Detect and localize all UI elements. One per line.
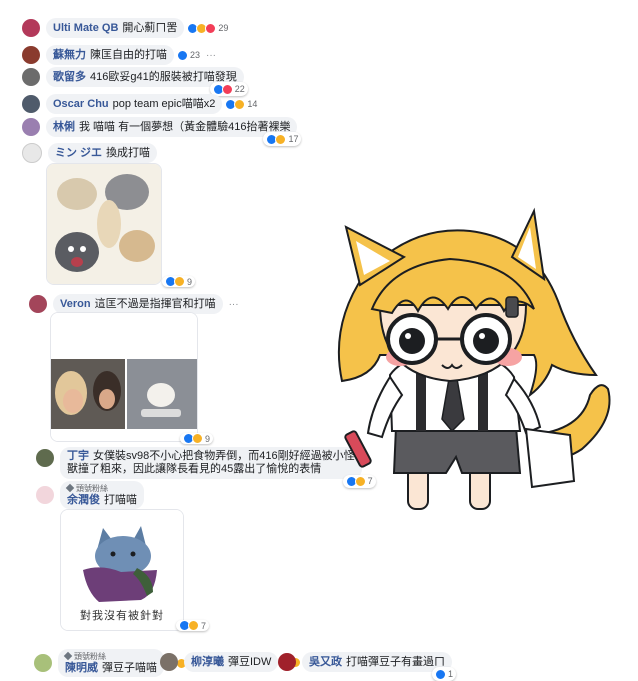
avatar[interactable]	[36, 449, 54, 467]
sticker-caption: 對我沒有被針對	[80, 609, 164, 622]
comment-text: 陳匡自由的打喵	[90, 49, 167, 61]
comment-bubble: Oscar Chu pop team epic喵喵x2	[46, 94, 223, 114]
more-options-icon[interactable]: ···	[206, 50, 216, 61]
comment-text: 打喵彈豆子有畫過ㄇ	[346, 656, 445, 668]
comment-text-line-2: 獸撞了粗來，因此讓隊長看見的45露出了愉悅的表情	[67, 463, 322, 475]
comment-4: Oscar Chu pop team epic喵喵x2 14	[22, 94, 257, 114]
reaction-summary[interactable]: 17	[263, 132, 302, 146]
avatar[interactable]	[22, 19, 40, 37]
avatar[interactable]	[22, 118, 40, 136]
more-options-icon[interactable]: ···	[229, 299, 239, 310]
comment-author[interactable]: 柳淳曦	[191, 656, 224, 668]
reaction-count: 14	[247, 99, 258, 109]
comment-2: 蘇無力 陳匡自由的打喵 23 ···	[22, 45, 216, 65]
comment-8: 丁宇 女僕裝sv98不小心把食物弄倒，而416剛好經過被小怪 獸撞了粗來，因此讓隊…	[36, 447, 376, 488]
avatar[interactable]	[278, 653, 296, 671]
haha-icon	[174, 276, 185, 287]
top-fan-badge: 頭號粉絲	[63, 651, 157, 662]
comment-bubble: 頭號粉絲 余潤俊 打喵喵	[60, 481, 144, 509]
diamond-icon	[65, 483, 75, 493]
comment-9: 頭號粉絲 余潤俊 打喵喵	[36, 481, 144, 509]
diamond-icon	[63, 651, 73, 661]
comment-bubble: 蘇無力 陳匡自由的打喵	[46, 45, 174, 65]
reaction-count: 9	[205, 433, 211, 444]
comment-text: 這匡不過是指揮官和打喵	[94, 298, 216, 310]
avatar[interactable]	[22, 46, 40, 64]
comment-bubble: 吳又政 打喵彈豆子有畫過ㄇ 1	[302, 652, 456, 681]
comment-text: 打喵喵	[104, 494, 137, 506]
meme-image	[51, 313, 197, 441]
comment-bubble: 頭號粉絲 陳明威 彈豆子喵喵	[58, 649, 164, 677]
avatar[interactable]	[22, 143, 42, 163]
comment-bubble: Ulti Mate QB 開心薊ㄇ罟	[46, 18, 185, 38]
comment-text: 換成打喵	[106, 147, 151, 159]
comment-image-sticker[interactable]: 對我沒有被針對	[60, 509, 184, 631]
comment-bubble: 柳淳曦 彈豆IDW	[184, 652, 279, 672]
comment-image-meme[interactable]	[50, 312, 198, 442]
chibi-catgirl-illustration	[337, 207, 611, 510]
love-icon	[205, 22, 217, 34]
love-icon	[221, 83, 233, 95]
haha-icon	[234, 98, 246, 110]
comment-author[interactable]: 丁宇	[67, 450, 89, 462]
reaction-summary[interactable]: 29	[187, 22, 229, 34]
reaction-count: 9	[187, 276, 193, 287]
comment-text-line-1: 女僕裝sv98不小心把食物弄倒，而416剛好經過被小怪	[93, 450, 355, 462]
comment-author[interactable]: 林俐	[53, 121, 75, 133]
like-icon	[434, 668, 446, 680]
reaction-summary[interactable]: 9	[162, 276, 196, 287]
haha-icon	[188, 620, 199, 631]
avatar[interactable]	[160, 653, 178, 671]
comment-text: 開心薊ㄇ罟	[122, 22, 178, 34]
comment-text: 彈豆子喵喵	[102, 662, 157, 674]
like-icon	[177, 49, 188, 61]
avatar[interactable]	[22, 95, 40, 113]
comment-text: 彈豆IDW	[228, 656, 272, 668]
comment-bubble: ミン ジエ 換成打喵	[48, 143, 158, 163]
avatar[interactable]	[29, 295, 47, 313]
comment-author[interactable]: 陳明威	[65, 662, 98, 674]
top-fan-badge: 頭號粉絲	[65, 483, 137, 494]
reaction-count: 29	[218, 23, 229, 33]
comment-image-cats[interactable]	[46, 163, 162, 285]
comment-bubble: 歌留多 416歐妥g41的服裝被打喵發現 22	[46, 67, 248, 96]
reaction-summary[interactable]: 9	[180, 433, 214, 444]
comment-author[interactable]: ミン ジエ	[55, 147, 102, 159]
comment-author[interactable]: Veron	[60, 298, 91, 310]
reaction-count: 17	[288, 134, 299, 144]
comment-author[interactable]: Ulti Mate QB	[53, 22, 118, 34]
comment-author[interactable]: Oscar Chu	[53, 98, 109, 110]
reaction-summary[interactable]: 23	[177, 49, 201, 61]
avatar[interactable]	[22, 68, 40, 86]
comment-6: ミン ジエ 換成打喵	[22, 143, 158, 163]
comment-5: 林俐我 喵喵 有一個夢想（黃金體驗416抬著裸樂 17	[22, 117, 302, 146]
comment-bubble: 林俐我 喵喵 有一個夢想（黃金體驗416抬著裸樂 17	[46, 117, 302, 146]
comment-text: 我 喵喵 有一個夢想（黃金體驗416抬著裸樂	[79, 121, 291, 133]
comment-bubble: 丁宇 女僕裝sv98不小心把食物弄倒，而416剛好經過被小怪 獸撞了粗來，因此讓隊…	[60, 447, 376, 488]
comment-7: Veron 這匡不過是指揮官和打喵 ···	[29, 294, 239, 314]
reaction-summary[interactable]: 7	[176, 620, 210, 631]
reaction-count: 23	[190, 50, 201, 60]
comment-3: 歌留多 416歐妥g41的服裝被打喵發現 22	[22, 67, 248, 96]
comment-author[interactable]: 吳又政	[309, 656, 342, 668]
comment-12: 吳又政 打喵彈豆子有畫過ㄇ 1	[278, 652, 456, 681]
reaction-count: 7	[201, 620, 207, 631]
comment-bubble: Veron 這匡不過是指揮官和打喵	[53, 294, 223, 314]
comment-author[interactable]: 余潤俊	[67, 494, 100, 506]
avatar[interactable]	[34, 654, 52, 672]
reaction-summary[interactable]: 14	[225, 98, 258, 110]
reaction-summary[interactable]: 1	[431, 667, 456, 681]
haha-icon	[192, 433, 203, 444]
avatar[interactable]	[36, 486, 54, 504]
comment-author[interactable]: 蘇無力	[53, 49, 86, 61]
comment-text: pop team epic喵喵x2	[112, 98, 216, 110]
reaction-count: 1	[447, 669, 453, 679]
comment-author[interactable]: 歌留多	[53, 71, 86, 83]
cat-illustration	[47, 164, 161, 284]
comment-1: Ulti Mate QB 開心薊ㄇ罟 29	[22, 18, 228, 38]
haha-icon	[275, 133, 287, 145]
